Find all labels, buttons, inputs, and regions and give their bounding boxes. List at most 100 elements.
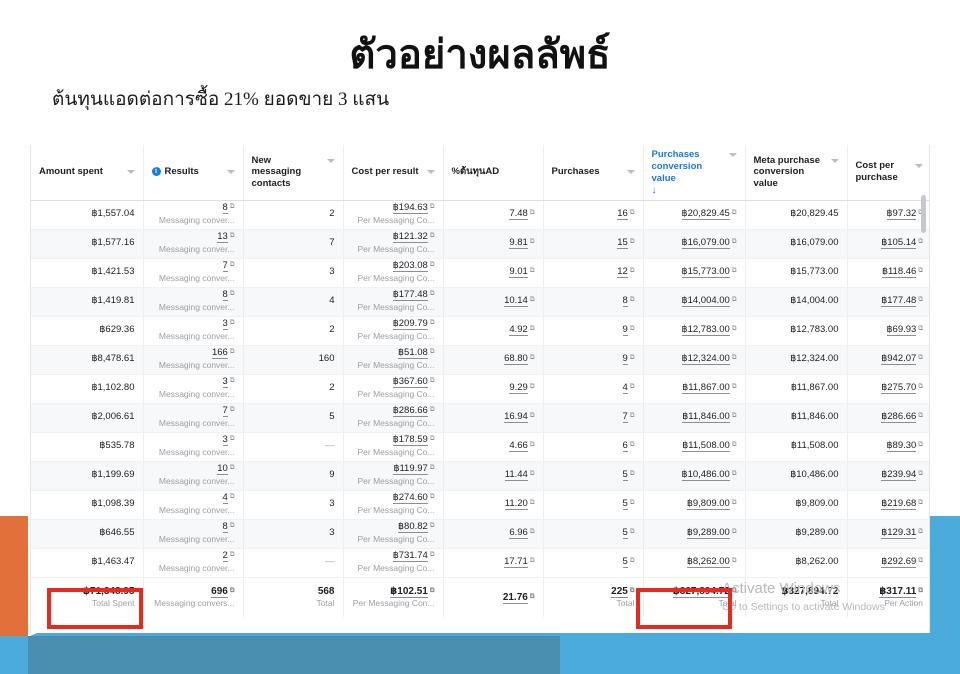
cell-value[interactable]: ฿731.74 [392,550,428,563]
cell-value[interactable]: ฿16,079.00 [681,237,730,250]
cell-value[interactable]: 7 [222,405,228,418]
cell-value[interactable]: 11.20 [504,498,528,511]
info-icon[interactable]: i [151,167,161,177]
cell-value[interactable]: ฿203.08 [392,260,428,273]
cell-value[interactable]: 13 [217,231,228,244]
column-header-results[interactable]: i Results [143,145,244,201]
chevron-down-icon[interactable] [626,170,635,175]
cell-value[interactable]: 15 [617,237,628,250]
cell-value[interactable]: 11.44 [504,469,528,482]
chevron-down-icon[interactable] [326,158,335,163]
cell-value[interactable]: 7 [622,411,628,424]
column-header-meta-purchase-conversion-value[interactable]: Meta purchase conversion value [745,145,848,201]
cell-value[interactable]: 4.92 [509,324,528,337]
cell-value[interactable]: ฿177.48 [881,295,917,308]
cell-value[interactable]: ฿129.31 [881,527,917,540]
cell-value[interactable]: 5 [622,498,628,511]
cell-value[interactable]: ฿97.32 [886,208,917,221]
cell-value[interactable]: ฿20,829.45 [681,208,730,221]
column-header-new-messaging-contacts[interactable]: New messaging contacts [243,145,344,201]
totals-value[interactable]: 225 [611,585,628,598]
cell-value[interactable]: ฿14,004.00 [681,295,730,308]
cell-value[interactable]: ฿12,783.00 [681,324,730,337]
cell-value[interactable]: ฿9,289.00 [686,527,730,540]
cell-value[interactable]: ฿11,846.00 [682,411,730,424]
cell-value[interactable]: 10.14 [504,295,528,308]
cell-value[interactable]: ฿105.14 [881,237,917,250]
cell-value[interactable]: 16 [617,208,628,221]
cell-value[interactable]: ฿15,773.00 [681,266,730,279]
cell-value[interactable]: ฿274.60 [392,492,428,505]
cell-value[interactable]: 3 [222,376,228,389]
cell-value[interactable]: ฿89.30 [886,440,917,453]
cell-value[interactable]: ฿80.82 [398,521,428,534]
cell-value[interactable]: ฿209.79 [392,318,428,331]
cell-value[interactable]: ฿194.63 [392,202,428,215]
cell-value[interactable]: ฿275.70 [881,382,917,395]
cell-value[interactable]: 3 [222,434,228,447]
cell-value[interactable]: 8 [222,202,228,215]
cell-value[interactable]: ฿177.48 [392,289,428,302]
cell-value[interactable]: 5 [622,469,628,482]
cell-value[interactable]: ฿51.08 [398,347,428,360]
cell-value[interactable]: ฿178.59 [392,434,428,447]
cell-value[interactable]: 16.94 [504,411,528,424]
vertical-scrollbar-track[interactable] [921,193,927,633]
cell-value[interactable]: 5 [622,527,628,540]
cell-value[interactable]: 6 [622,440,628,453]
column-header-purchases-conversion-value[interactable]: Purchases conversion value ↓ [643,145,746,201]
cell-value[interactable]: ฿942.07 [881,353,917,366]
cell-value[interactable]: 6.96 [509,527,528,540]
cell-value[interactable]: ฿286.66 [392,405,428,418]
column-header-amount-spent[interactable]: Amount spent [31,145,144,201]
cell-value[interactable]: ฿69.93 [886,324,917,337]
chevron-down-icon[interactable] [728,153,737,157]
totals-value[interactable]: 696 [211,585,228,598]
cell-value[interactable]: ฿119.97 [393,463,428,476]
totals-value[interactable]: ฿317.11 [879,585,917,598]
cell-value[interactable]: 8 [222,521,228,534]
totals-value[interactable]: ฿102.51 [390,585,428,598]
cell-value[interactable]: 4 [222,492,228,505]
chevron-down-icon[interactable] [426,170,435,175]
cell-value[interactable]: 12 [617,266,628,279]
cell-value[interactable]: ฿367.60 [392,376,428,389]
cell-value[interactable]: 166 [211,347,228,360]
cell-value[interactable]: 8 [622,295,628,308]
column-header-purchases[interactable]: Purchases [543,145,644,201]
cell-value[interactable]: 3 [222,318,228,331]
cell-value[interactable]: 7 [222,260,228,273]
cell-value[interactable]: ฿10,486.00 [681,469,730,482]
cell-value[interactable]: 5 [622,556,628,569]
vertical-scrollbar-thumb[interactable] [921,195,926,233]
cell-value[interactable]: 7.48 [509,208,528,221]
cell-value[interactable]: 9.81 [509,237,528,250]
cell-value[interactable]: ฿239.94 [881,469,917,482]
cell-value[interactable]: ฿118.46 [881,266,917,279]
cell-value[interactable]: ฿121.32 [392,231,428,244]
cell-value[interactable]: 68.80 [504,353,528,366]
cell-value[interactable]: 4 [622,382,628,395]
cell-value[interactable]: 9.01 [509,266,528,279]
cell-value[interactable]: 2 [222,550,228,563]
totals-value[interactable]: 21.76 [502,591,528,604]
chevron-down-icon[interactable] [830,158,839,163]
column-header-cost-per-result[interactable]: Cost per result [343,145,444,201]
chevron-down-icon[interactable] [915,164,923,169]
cell-value[interactable]: 17.71 [504,556,528,569]
cell-value[interactable]: ฿8,262.00 [686,556,730,569]
cell-value[interactable]: 8 [222,289,228,302]
cell-value[interactable]: 9.29 [509,382,528,395]
cell-value[interactable]: 9 [622,324,628,337]
cell-value[interactable]: ฿11,867.00 [682,382,730,395]
chevron-down-icon[interactable] [226,170,235,175]
cell-value[interactable]: 10 [217,463,228,476]
cell-value[interactable]: 4.66 [509,440,528,453]
cell-value[interactable]: ฿11,508.00 [682,440,730,453]
cell-value[interactable]: ฿9,809.00 [686,498,730,511]
column-header-pct-ad-cost[interactable]: %ต้นทุนAD [443,145,544,201]
column-header-cost-per-purchase[interactable]: Cost per purchase [847,145,929,201]
chevron-down-icon[interactable] [126,170,135,175]
totals-value[interactable]: ฿327,894.72 [672,585,730,598]
cell-value[interactable]: ฿12,324.00 [681,353,730,366]
